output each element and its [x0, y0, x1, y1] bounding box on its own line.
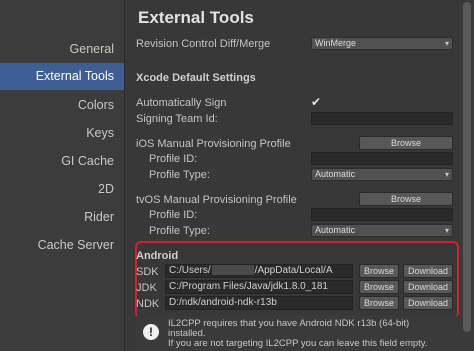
sidebar-item-keys[interactable]: Keys: [0, 120, 124, 147]
sidebar: General External Tools Colors Keys GI Ca…: [0, 0, 125, 351]
ndk-label: NDK: [136, 298, 160, 310]
ndk-download-button[interactable]: Download: [403, 296, 453, 310]
automatically-sign-label: Automatically Sign: [136, 97, 227, 109]
ndk-path-field[interactable]: D:/ndk/android-ndk-r13b: [165, 296, 353, 310]
signing-team-label: Signing Team Id:: [136, 113, 218, 125]
sdk-download-button[interactable]: Download: [403, 264, 453, 278]
sdk-path-start: C:/Users/: [169, 265, 211, 276]
revision-control-label: Revision Control Diff/Merge: [136, 38, 271, 50]
sdk-path-field[interactable]: C:/Users/ /AppData/Local/A: [165, 264, 353, 278]
jdk-path-field[interactable]: C:/Program Files/Java/jdk1.8.0_181: [165, 280, 353, 294]
ndk-browse-button[interactable]: Browse: [359, 296, 399, 310]
xcode-section-header: Xcode Default Settings: [136, 72, 256, 84]
sidebar-item-colors[interactable]: Colors: [0, 92, 124, 119]
chevron-down-icon: ▾: [444, 226, 449, 235]
ios-browse-button[interactable]: Browse: [359, 136, 453, 150]
tvos-profile-type-value: Automatic: [315, 225, 356, 235]
sdk-browse-button[interactable]: Browse: [359, 264, 399, 278]
jdk-browse-button[interactable]: Browse: [359, 280, 399, 294]
jdk-download-button[interactable]: Download: [403, 280, 453, 294]
sidebar-item-cache-server[interactable]: Cache Server: [0, 232, 124, 259]
exclamation-icon: !: [143, 324, 159, 340]
sidebar-item-2d[interactable]: 2D: [0, 176, 124, 203]
tvos-profile-label: tvOS Manual Provisioning Profile: [136, 194, 297, 206]
warning-line-3: If you are not targeting IL2CPP you can …: [168, 338, 428, 349]
scrollbar-thumb[interactable]: [463, 2, 471, 332]
il2cpp-warning-box: ! IL2CPP requires that you have Android …: [135, 316, 465, 351]
signing-team-field[interactable]: [311, 112, 453, 125]
sidebar-item-general[interactable]: General: [0, 36, 124, 63]
chevron-down-icon: ▾: [444, 170, 449, 179]
jdk-label: JDK: [136, 282, 157, 294]
page-title: External Tools: [138, 8, 254, 27]
sidebar-item-gi-cache[interactable]: GI Cache: [0, 148, 124, 175]
sdk-label: SDK: [136, 266, 159, 278]
ios-profile-type-label: Profile Type:: [149, 169, 210, 181]
tvos-profile-id-field[interactable]: [311, 208, 453, 221]
ios-profile-type-value: Automatic: [315, 169, 356, 179]
tvos-profile-id-label: Profile ID:: [149, 209, 198, 221]
sdk-path-end: /AppData/Local/A: [254, 265, 333, 276]
sidebar-item-external-tools[interactable]: External Tools: [0, 63, 124, 90]
redacted-username: [211, 265, 254, 276]
preferences-panel: External Tools Revision Control Diff/Mer…: [125, 0, 474, 351]
sidebar-item-rider[interactable]: Rider: [0, 204, 124, 231]
tvos-profile-type-label: Profile Type:: [149, 225, 210, 237]
revision-control-value: WinMerge: [315, 38, 357, 48]
checkmark-icon[interactable]: ✔: [311, 96, 321, 108]
revision-control-dropdown[interactable]: WinMerge ▾: [311, 37, 453, 50]
ios-profile-id-field[interactable]: [311, 152, 453, 165]
vertical-scrollbar[interactable]: [460, 0, 474, 351]
tvos-profile-type-dropdown[interactable]: Automatic ▾: [311, 224, 453, 237]
ios-profile-type-dropdown[interactable]: Automatic ▾: [311, 168, 453, 181]
android-section-header: Android: [136, 250, 179, 262]
ios-profile-id-label: Profile ID:: [149, 153, 198, 165]
chevron-down-icon: ▾: [444, 39, 449, 48]
ios-profile-label: iOS Manual Provisioning Profile: [136, 138, 291, 150]
tvos-browse-button[interactable]: Browse: [359, 192, 453, 206]
